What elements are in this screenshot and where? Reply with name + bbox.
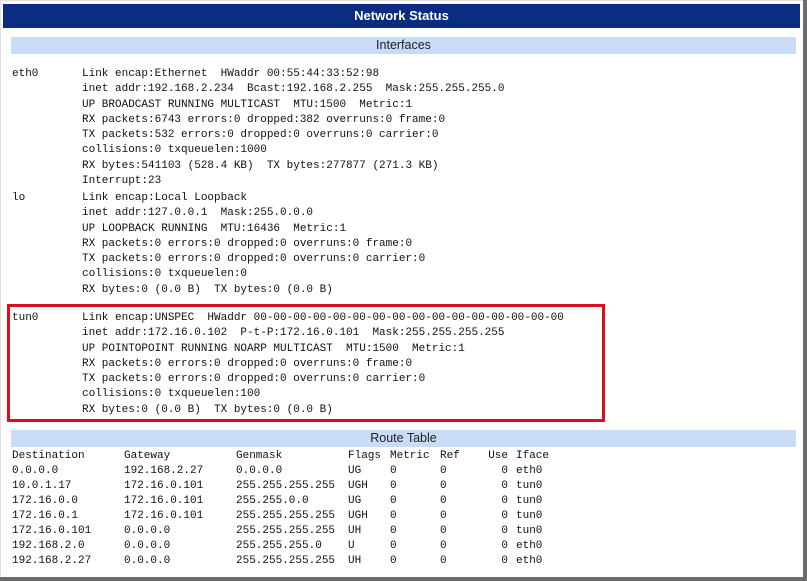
route-cell: eth0 [516,540,543,552]
route-table-header: Route Table [11,430,796,447]
route-cell: 0 [501,495,508,507]
interface-line: Interrupt:23 [82,174,162,187]
interface-line: inet addr:192.168.2.234 Bcast:192.168.2.… [82,83,505,96]
route-cell: 192.168.2.0 [12,540,85,552]
route-cell: UH [348,555,362,567]
window-frame: Network Status Interfaces eth0 Link enca… [0,0,807,581]
route-cell: 172.16.0.101 [12,525,92,537]
route-cell: 0 [390,525,397,537]
interface-line: collisions:0 txqueuelen:0 [82,268,248,281]
table-row: 192.168.2.0 0.0.0.0 255.255.255.0 U 0 0 … [12,539,556,554]
window-title: Network Status [3,4,800,28]
route-cell: tun0 [516,510,543,522]
route-cell: 0.0.0.0 [124,555,171,567]
route-cell: 0 [440,525,447,537]
route-cell: 0 [501,525,508,537]
interface-line: RX bytes:0 (0.0 B) TX bytes:0 (0.0 B) [82,283,333,296]
route-cell: 0 [440,465,447,477]
tun0-highlight-box [7,304,605,422]
route-cell: 0 [440,555,447,567]
interface-name: lo [12,192,26,204]
route-cell: 0.0.0.0 [12,465,59,477]
interface-line: RX packets:6743 errors:0 dropped:382 ove… [82,113,446,126]
column-header: Gateway [124,450,171,462]
interface-name: eth0 [12,68,39,80]
interface-line: collisions:0 txqueuelen:1000 [82,144,267,157]
route-cell: UGH [348,480,368,492]
route-cell: 172.16.0.101 [124,510,204,522]
route-cell: 0 [440,495,447,507]
table-row: 192.168.2.27 0.0.0.0 255.255.255.255 UH … [12,554,556,569]
route-cell: 0.0.0.0 [124,540,171,552]
route-cell: 0 [390,510,397,522]
route-cell: 172.16.0.101 [124,495,204,507]
route-cell: 255.255.255.255 [236,510,336,522]
route-cell: 0 [390,480,397,492]
route-cell: 172.16.0.0 [12,495,79,507]
route-cell: 0 [440,540,447,552]
column-header: Metric [390,450,430,462]
route-cell: 0 [501,555,508,567]
route-cell: UH [348,525,362,537]
route-cell: 255.255.255.255 [236,480,336,492]
route-cell: 0 [501,480,508,492]
route-cell: UG [348,495,362,507]
route-cell: 0 [501,510,508,522]
route-cell: 172.16.0.1 [12,510,79,522]
route-cell: 0 [501,465,508,477]
interface-line: Link encap:Ethernet HWaddr 00:55:44:33:5… [82,68,380,80]
interface-line: UP LOOPBACK RUNNING MTU:16436 Metric:1 [82,222,347,235]
route-cell: UGH [348,510,368,522]
column-header: Iface [516,450,550,462]
route-cell: tun0 [516,495,543,507]
column-header: Genmask [236,450,283,462]
route-table-header-row: Destination Gateway Genmask Flags Metric… [12,449,556,464]
interface-line: RX bytes:541103 (528.4 KB) TX bytes:2778… [82,159,439,172]
route-cell: 0 [390,465,397,477]
route-cell: UG [348,465,362,477]
route-cell: 0.0.0.0 [124,525,171,537]
interface-line: UP BROADCAST RUNNING MULTICAST MTU:1500 … [82,98,413,111]
route-cell: 255.255.255.0 [236,540,322,552]
route-cell: 192.168.2.27 [12,555,92,567]
column-header: Ref [440,450,460,462]
route-cell: U [348,540,355,552]
interface-line: RX packets:0 errors:0 dropped:0 overruns… [82,237,413,250]
route-cell: 0 [440,510,447,522]
interfaces-header: Interfaces [11,37,796,54]
table-row: 172.16.0.0 172.16.0.101 255.255.0.0 UG 0… [12,494,556,509]
interface-line: TX packets:532 errors:0 dropped:0 overru… [82,129,439,141]
route-cell: 0 [390,495,397,507]
interface-line: TX packets:0 errors:0 dropped:0 overruns… [82,253,426,265]
column-header: Use [488,450,508,462]
route-cell: 0 [390,555,397,567]
interface-line: inet addr:127.0.0.1 Mask:255.0.0.0 [82,207,314,220]
interface-line: Link encap:Local Loopback [82,192,248,204]
route-cell: 172.16.0.101 [124,480,204,492]
table-row: 10.0.1.17 172.16.0.101 255.255.255.255 U… [12,479,556,494]
route-cell: eth0 [516,555,543,567]
route-cell: 255.255.0.0 [236,495,309,507]
route-cell: 0 [390,540,397,552]
route-cell: eth0 [516,465,543,477]
column-header: Flags [348,450,382,462]
table-row: 172.16.0.1 172.16.0.101 255.255.255.255 … [12,509,556,524]
route-cell: 10.0.1.17 [12,480,72,492]
table-row: 172.16.0.101 0.0.0.0 255.255.255.255 UH … [12,524,556,539]
route-cell: 192.168.2.27 [124,465,204,477]
route-table: Destination Gateway Genmask Flags Metric… [12,449,556,569]
route-cell: 0.0.0.0 [236,465,283,477]
route-cell: tun0 [516,525,543,537]
route-cell: 255.255.255.255 [236,555,336,567]
route-cell: 0 [501,540,508,552]
route-cell: tun0 [516,480,543,492]
route-cell: 255.255.255.255 [236,525,336,537]
route-cell: 0 [440,480,447,492]
table-row: 0.0.0.0 192.168.2.27 0.0.0.0 UG 0 0 0 et… [12,464,556,479]
column-header: Destination [12,450,85,462]
